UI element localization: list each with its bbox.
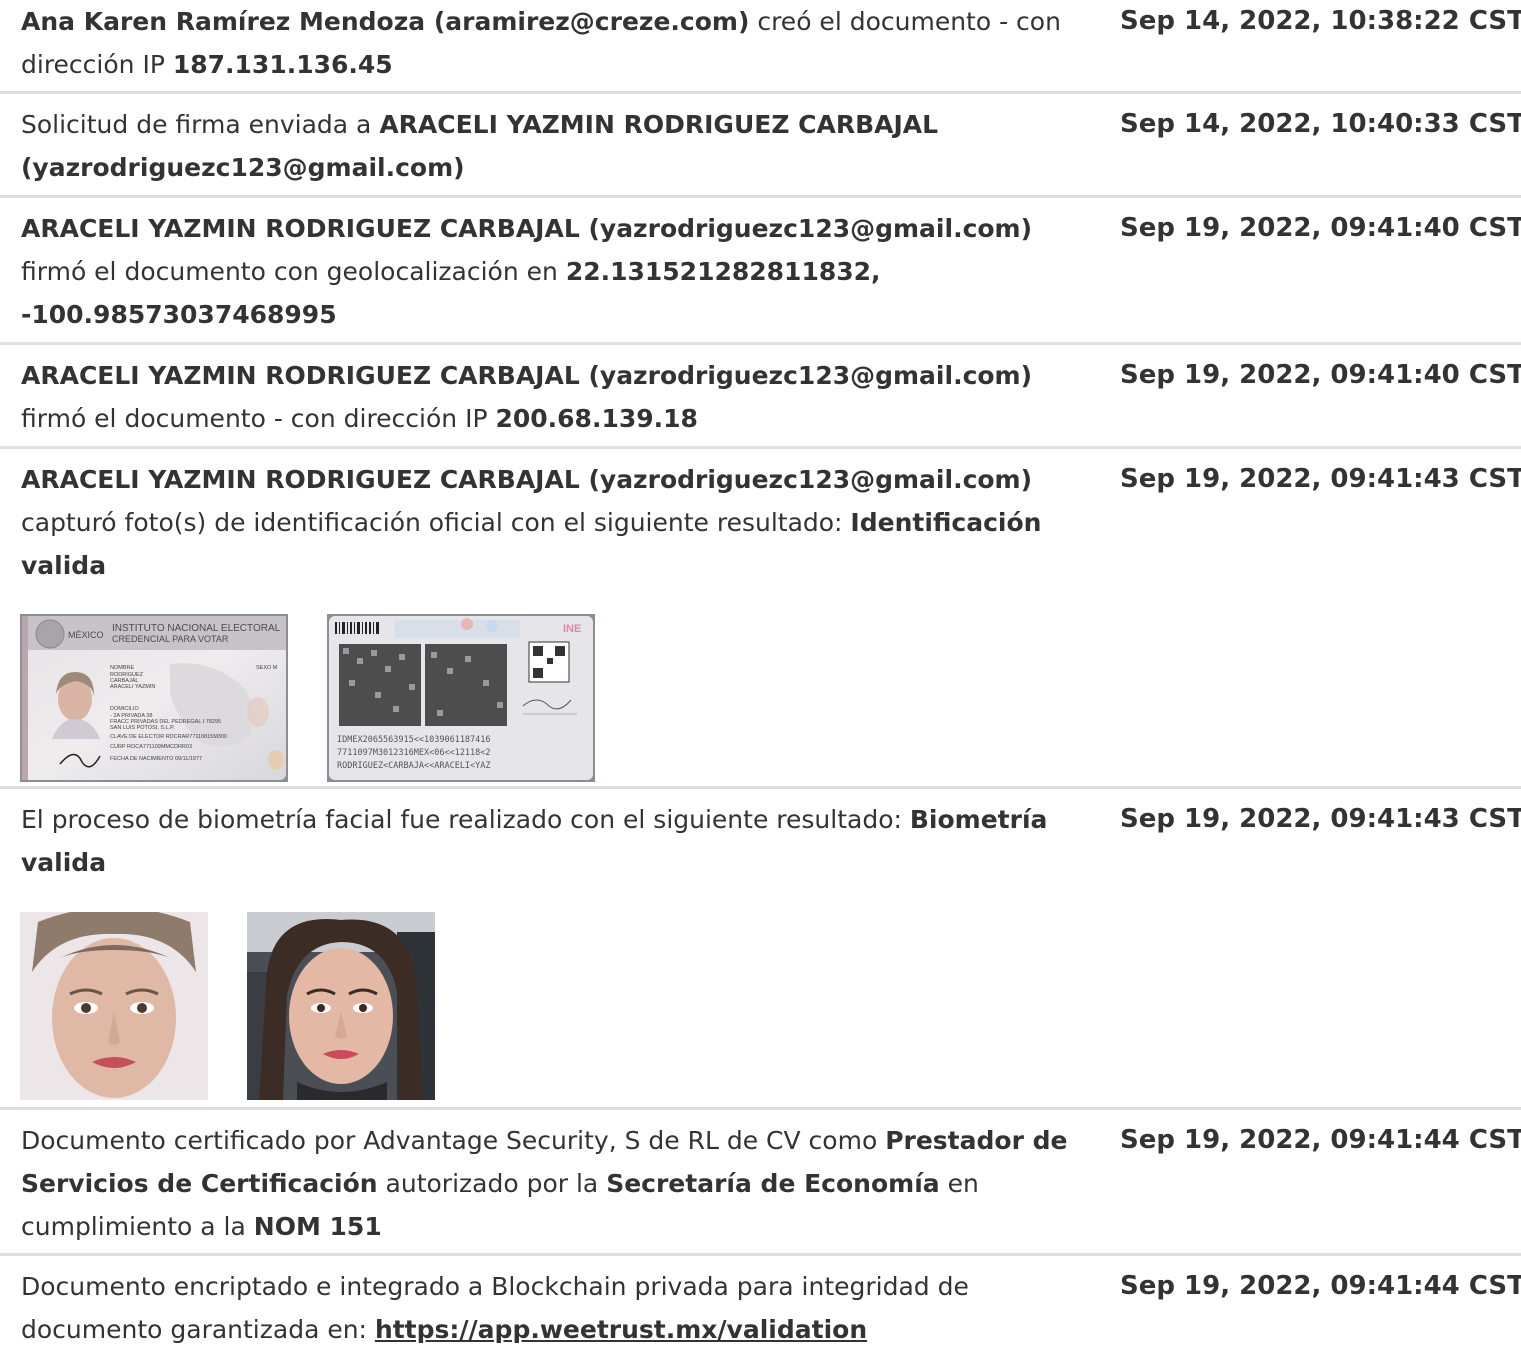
authority: Secretaría de Economía (606, 1169, 940, 1198)
entry-description: Ana Karen Ramírez Mendoza (aramirez@crez… (21, 0, 1081, 86)
actor-name: ARACELI YAZMIN RODRIGUEZ CARBAJAL (yazro… (21, 465, 1033, 494)
entry-description: ARACELI YAZMIN RODRIGUEZ CARBAJAL (yazro… (21, 354, 1081, 440)
divider (0, 342, 1521, 345)
divider (0, 1253, 1521, 1256)
actor-name: ARACELI YAZMIN RODRIGUEZ CARBAJAL (yazro… (21, 361, 1033, 390)
id-back-photo: INE IDMEX2065563915<<1039061187416 77110… (327, 614, 595, 782)
action-text: capturó foto(s) de identificación oficia… (21, 508, 851, 537)
validation-link[interactable]: https://app.weetrust.mx/validation (375, 1315, 867, 1344)
entry-timestamp: Sep 19, 2022, 09:41:43 CST (1120, 464, 1521, 494)
id-credential: CREDENCIAL PARA VOTAR (112, 634, 229, 644)
entry-timestamp: Sep 14, 2022, 10:38:22 CST (1120, 6, 1521, 36)
entry-description: Documento encriptado e integrado a Block… (21, 1265, 1081, 1351)
entry-description: ARACELI YAZMIN RODRIGUEZ CARBAJAL (yazro… (21, 458, 1081, 587)
entry-description: El proceso de biometría facial fue reali… (21, 798, 1081, 884)
entry-timestamp: Sep 19, 2022, 09:41:44 CST (1120, 1125, 1521, 1155)
entry-description: Documento certificado por Advantage Secu… (21, 1119, 1081, 1248)
text-segment: autorizado por la (377, 1169, 607, 1198)
divider (0, 786, 1521, 789)
action-text: firmó el documento - con dirección IP (21, 404, 496, 433)
id-institute: INSTITUTO NACIONAL ELECTORAL (112, 623, 281, 634)
entry-timestamp: Sep 19, 2022, 09:41:44 CST (1120, 1271, 1521, 1301)
id-elector-key: CLAVE DE ELECTOR RDCRAR77110815M300 (110, 734, 227, 740)
mrz-line: IDMEX2065563915<<1039061187416 (337, 735, 491, 745)
action-text: El proceso de biometría facial fue reali… (21, 805, 910, 834)
id-birth: FECHA DE NACIMIENTO 09/11/1977 (110, 756, 202, 762)
action-text: firmó el documento con geolocalización e… (21, 257, 566, 286)
divider (0, 195, 1521, 198)
text-segment: Documento certificado por Advantage Secu… (21, 1126, 886, 1155)
id-name-line: ARACELI YAZMIN (110, 684, 155, 690)
entry-timestamp: Sep 19, 2022, 09:41:40 CST (1120, 360, 1521, 390)
norm-reference: NOM 151 (253, 1212, 382, 1241)
ip-address: 200.68.139.18 (495, 404, 698, 433)
divider (0, 1107, 1521, 1110)
actor-name: Ana Karen Ramírez Mendoza (aramirez@crez… (21, 7, 750, 36)
entry-description: Solicitud de firma enviada a ARACELI YAZ… (21, 103, 1081, 189)
id-country: MÉXICO (68, 630, 104, 640)
entry-timestamp: Sep 19, 2022, 09:41:40 CST (1120, 213, 1521, 243)
id-sex: SEXO M (256, 665, 278, 671)
ine-logo: INE (563, 623, 581, 635)
id-name-label: NOMBRE (110, 665, 134, 671)
actor-name: ARACELI YAZMIN RODRIGUEZ CARBAJAL (yazro… (21, 214, 1033, 243)
id-curp: CURP ROCA771109MMCDRR03 (110, 744, 192, 750)
mrz-line: RODRIGUEZ<CARBAJA<<ARACELI<YAZ (337, 761, 491, 771)
divider (0, 446, 1521, 449)
ip-address: 187.131.136.45 (172, 50, 393, 79)
id-address-line: SAN LUIS POTOSI, S.L.P. (110, 725, 175, 731)
selfie-photo (247, 912, 435, 1100)
id-address-label: DOMICILIO (110, 706, 139, 712)
entry-timestamp: Sep 19, 2022, 09:41:43 CST (1120, 804, 1521, 834)
id-front-photo: MÉXICO INSTITUTO NACIONAL ELECTORAL CRED… (20, 614, 288, 782)
entry-timestamp: Sep 14, 2022, 10:40:33 CST (1120, 109, 1521, 139)
id-face-photo (20, 912, 208, 1100)
mrz-line: 7711097M3012316MEX<06<<12118<2 (337, 748, 491, 758)
action-text: Solicitud de firma enviada a (21, 110, 380, 139)
entry-description: ARACELI YAZMIN RODRIGUEZ CARBAJAL (yazro… (21, 207, 1081, 336)
divider (0, 91, 1521, 94)
